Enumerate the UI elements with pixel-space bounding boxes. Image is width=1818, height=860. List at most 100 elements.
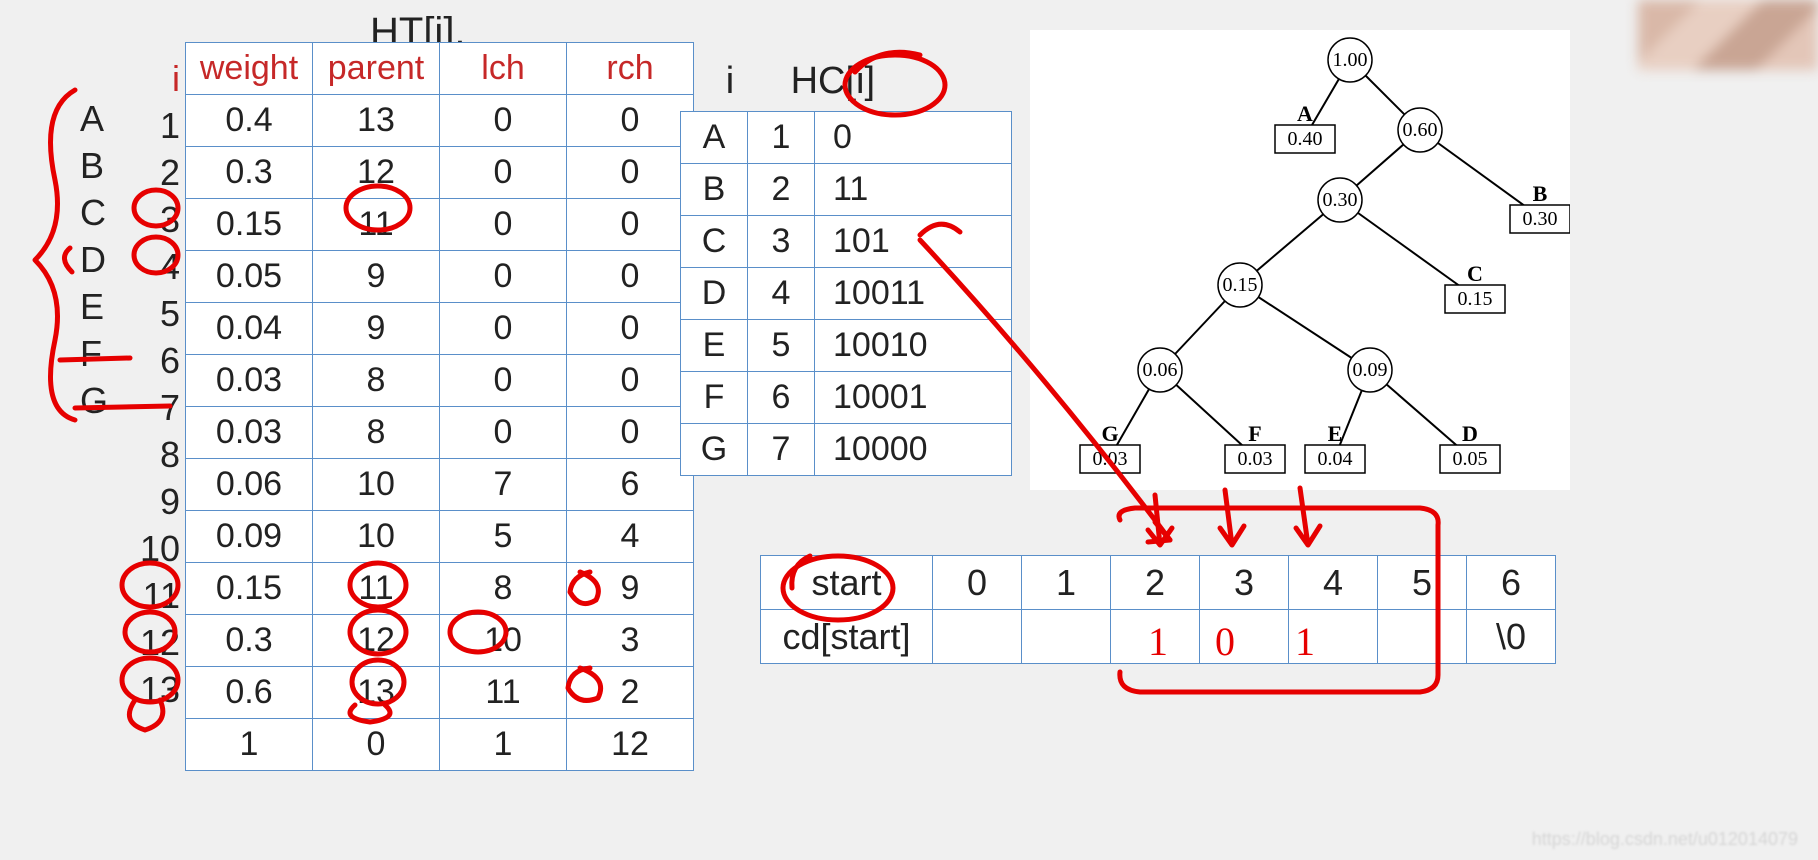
ht-cell: 13 xyxy=(313,667,440,719)
ht-cell: 10 xyxy=(313,459,440,511)
ht-cell: 0.04 xyxy=(186,303,313,355)
ht-cell: 8 xyxy=(313,407,440,459)
cd-index: 5 xyxy=(1378,556,1467,610)
cd-index: 6 xyxy=(1467,556,1556,610)
svg-text:1.00: 1.00 xyxy=(1333,49,1368,71)
hc-i-header: i xyxy=(680,60,780,103)
ht-cell: 12 xyxy=(313,147,440,199)
ht-header: lch xyxy=(440,43,567,95)
svg-text:0.15: 0.15 xyxy=(1458,288,1493,310)
ht-cell: 0 xyxy=(567,147,694,199)
ht-cell: 3 xyxy=(567,615,694,667)
cd-index: 0 xyxy=(933,556,1022,610)
hc-code: 0 xyxy=(815,112,1012,164)
ht-label: D xyxy=(80,236,108,283)
ht-cell: 1 xyxy=(186,719,313,771)
cd-table: start0123456cd[start]\0 xyxy=(760,555,1556,664)
hc-label: C xyxy=(681,216,748,268)
hc-label: D xyxy=(681,268,748,320)
svg-text:G: G xyxy=(1101,421,1118,446)
svg-text:C: C xyxy=(1467,261,1483,286)
svg-text:0.09: 0.09 xyxy=(1353,359,1388,381)
ht-cell: 0.3 xyxy=(186,147,313,199)
ht-label: G xyxy=(80,377,108,424)
ht-table: weightparentlchrch0.413000.312000.151100… xyxy=(185,42,694,771)
hc-index: 4 xyxy=(748,268,815,320)
svg-text:0.03: 0.03 xyxy=(1093,448,1128,470)
ht-i-column: i12345678910111213 xyxy=(130,55,180,713)
ht-cell: 0 xyxy=(440,355,567,407)
ht-cell: 0.05 xyxy=(186,251,313,303)
ht-cell: 0 xyxy=(440,303,567,355)
ht-cell: 9 xyxy=(313,303,440,355)
hc-code: 10011 xyxy=(815,268,1012,320)
ht-cell: 0 xyxy=(567,95,694,147)
ht-cell: 0 xyxy=(440,407,567,459)
cd-value xyxy=(1378,610,1467,664)
ht-cell: 4 xyxy=(567,511,694,563)
svg-text:0.05: 0.05 xyxy=(1453,448,1488,470)
ht-header: parent xyxy=(313,43,440,95)
ht-cell: 12 xyxy=(313,615,440,667)
ht-cell: 1 xyxy=(440,719,567,771)
svg-text:0.03: 0.03 xyxy=(1238,448,1273,470)
hc-label: F xyxy=(681,372,748,424)
hc-code: 101 xyxy=(815,216,1012,268)
cd-index: 1 xyxy=(1022,556,1111,610)
hc-section: i HC[i] A10B211C3101D410011E510010F61000… xyxy=(680,60,1012,476)
ht-cell: 0.09 xyxy=(186,511,313,563)
ht-label: B xyxy=(80,142,108,189)
svg-text:B: B xyxy=(1533,181,1548,206)
hc-index: 1 xyxy=(748,112,815,164)
cd-value xyxy=(1200,610,1289,664)
cd-index: 4 xyxy=(1289,556,1378,610)
ht-cell: 10 xyxy=(313,511,440,563)
ht-cell: 11 xyxy=(440,667,567,719)
svg-text:E: E xyxy=(1328,421,1343,446)
hc-label: E xyxy=(681,320,748,372)
ht-cell: 0.6 xyxy=(186,667,313,719)
hc-index: 2 xyxy=(748,164,815,216)
ht-cell: 0.03 xyxy=(186,355,313,407)
ht-cell: 0 xyxy=(440,147,567,199)
ht-header: rch xyxy=(567,43,694,95)
ht-cell: 0.03 xyxy=(186,407,313,459)
svg-text:0.30: 0.30 xyxy=(1323,189,1358,211)
ht-cell: 2 xyxy=(567,667,694,719)
hc-index: 3 xyxy=(748,216,815,268)
ht-cell: 0.15 xyxy=(186,563,313,615)
cd-value xyxy=(1111,610,1200,664)
ht-cell: 0 xyxy=(567,303,694,355)
ht-cell: 10 xyxy=(440,615,567,667)
ht-cell: 9 xyxy=(313,251,440,303)
hc-table: A10B211C3101D410011E510010F610001G710000 xyxy=(680,111,1012,476)
ht-cell: 0 xyxy=(440,95,567,147)
cd-value xyxy=(1022,610,1111,664)
svg-text:D: D xyxy=(1462,421,1478,446)
watermark: https://blog.csdn.net/u012014079 xyxy=(1532,829,1798,850)
ht-cell: 0.06 xyxy=(186,459,313,511)
svg-text:0.06: 0.06 xyxy=(1143,359,1178,381)
ht-cell: 0.3 xyxy=(186,615,313,667)
hc-code: 11 xyxy=(815,164,1012,216)
ht-cell: 0 xyxy=(313,719,440,771)
hc-label: A xyxy=(681,112,748,164)
ht-cell: 13 xyxy=(313,95,440,147)
cd-array-label: cd[start] xyxy=(761,610,933,664)
ht-cell: 12 xyxy=(567,719,694,771)
corner-blur xyxy=(1638,0,1818,70)
svg-text:0.60: 0.60 xyxy=(1403,119,1438,141)
hc-code: 10001 xyxy=(815,372,1012,424)
cd-index: 3 xyxy=(1200,556,1289,610)
ht-label: E xyxy=(80,283,108,330)
ht-cell: 8 xyxy=(440,563,567,615)
ht-cell: 8 xyxy=(313,355,440,407)
ht-cell: 0.15 xyxy=(186,199,313,251)
ht-label: F xyxy=(80,330,108,377)
svg-text:0.30: 0.30 xyxy=(1523,208,1558,230)
svg-text:F: F xyxy=(1248,421,1261,446)
ht-cell: 0 xyxy=(567,199,694,251)
ht-cell: 0 xyxy=(567,407,694,459)
hc-title: HC[i] xyxy=(791,60,875,103)
ht-row-labels: ABCDEFG xyxy=(80,95,108,424)
